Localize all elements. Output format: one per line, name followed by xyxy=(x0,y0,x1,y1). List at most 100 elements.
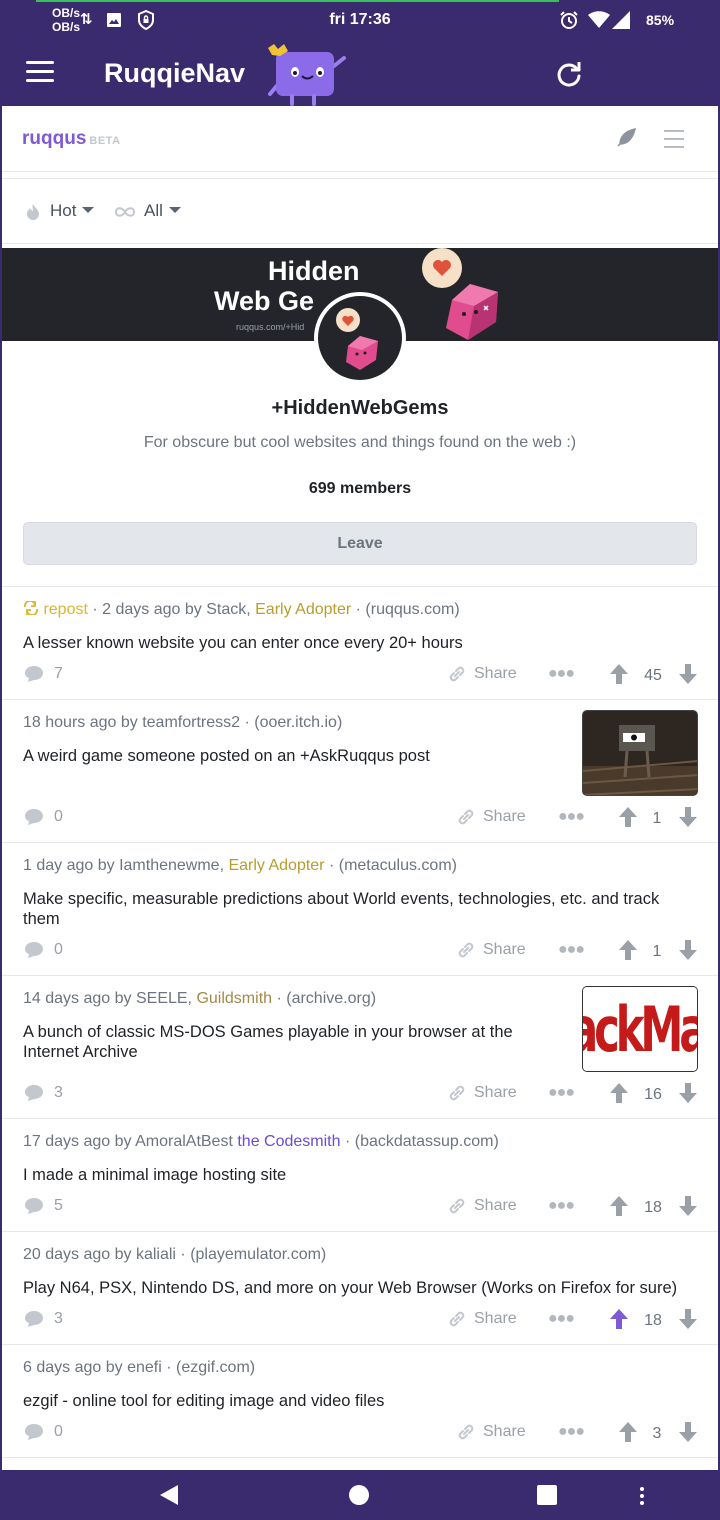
post-item[interactable]: 1 day ago by Iamthenewme, Early Adopter … xyxy=(2,843,718,976)
comments-button[interactable]: 7 xyxy=(24,665,63,683)
post-byline[interactable]: 20 days ago by kaliali xyxy=(23,1246,176,1263)
refresh-button[interactable] xyxy=(554,59,584,89)
more-options-icon[interactable]: ●●● xyxy=(558,1423,585,1441)
share-button[interactable]: Share xyxy=(457,1423,526,1441)
post-title[interactable]: Make specific, measurable predictions ab… xyxy=(23,889,699,929)
back-icon[interactable] xyxy=(158,1484,180,1506)
guild-description: For obscure but cool websites and things… xyxy=(143,434,577,451)
downvote-arrow-icon[interactable] xyxy=(678,663,698,685)
recents-icon[interactable] xyxy=(536,1484,558,1506)
more-options-icon[interactable]: ●●● xyxy=(548,1197,575,1215)
share-button[interactable]: Share xyxy=(448,1310,517,1328)
post-domain[interactable]: · (backdatassup.com) xyxy=(341,1133,499,1150)
post-item[interactable]: repost · 2 days ago by Stack, Early Adop… xyxy=(2,587,718,700)
status-bar: OB/s OB/s ⇅ fri 17:36 85% xyxy=(0,0,720,44)
post-byline[interactable]: 1 day ago by Iamthenewme, xyxy=(23,857,228,874)
post-byline[interactable]: 14 days ago by SEELE, xyxy=(23,990,196,1007)
post-title[interactable]: A weird game someone posted on an +AskRu… xyxy=(23,746,563,766)
banner-title-line1: Hidden xyxy=(268,256,360,286)
upvote-arrow-icon[interactable] xyxy=(609,663,629,685)
downvote-arrow-icon[interactable] xyxy=(678,1308,698,1330)
post-title[interactable]: ezgif - online tool for editing image an… xyxy=(23,1391,699,1411)
post-title[interactable]: I made a minimal image hosting site xyxy=(23,1165,699,1185)
more-vertical-icon[interactable] xyxy=(638,1486,646,1506)
share-button[interactable]: Share xyxy=(457,941,526,959)
post-item[interactable]: 14 days ago by SEELE, Guildsmith · (arch… xyxy=(2,976,718,1119)
share-button[interactable]: Share xyxy=(457,808,526,826)
flame-icon xyxy=(27,203,39,220)
sort-hot-dropdown[interactable]: Hot xyxy=(26,201,95,221)
post-actions: 0 Share ●●● 1 xyxy=(2,806,718,832)
user-flair: Early Adopter xyxy=(255,601,352,618)
post-item[interactable]: 17 days ago by AmoralAtBest the Codesmit… xyxy=(2,1119,718,1232)
upvote-arrow-icon-active[interactable] xyxy=(609,1308,629,1330)
downvote-arrow-icon[interactable] xyxy=(678,806,698,828)
menu-button[interactable] xyxy=(26,61,54,85)
site-menu-button[interactable] xyxy=(664,130,684,154)
more-options-icon[interactable]: ●●● xyxy=(548,665,575,683)
share-button[interactable]: Share xyxy=(448,1197,517,1215)
vote-score: 45 xyxy=(644,667,662,684)
link-icon xyxy=(449,1311,465,1327)
post-item[interactable]: 20 days ago by kaliali · (playemulator.c… xyxy=(2,1232,718,1345)
share-button[interactable]: Share xyxy=(448,1084,517,1102)
more-options-icon[interactable]: ●●● xyxy=(558,808,585,826)
post-title[interactable]: Play N64, PSX, Nintendo DS, and more on … xyxy=(23,1278,699,1298)
comments-button[interactable]: 3 xyxy=(24,1310,63,1328)
upvote-arrow-icon[interactable] xyxy=(618,939,638,961)
comments-button[interactable]: 0 xyxy=(24,808,63,826)
upvote-arrow-icon[interactable] xyxy=(618,806,638,828)
post-domain[interactable]: · (playemulator.com) xyxy=(176,1246,326,1263)
post-domain[interactable]: · (ezgif.com) xyxy=(162,1359,255,1376)
share-button[interactable]: Share xyxy=(448,665,517,683)
comments-button[interactable]: 5 xyxy=(24,1197,63,1215)
sort-bar: Hot All xyxy=(2,178,718,244)
post-item[interactable]: 6 days ago by enefi · (ezgif.com) ezgif … xyxy=(2,1345,718,1458)
comments-button[interactable]: 3 xyxy=(24,1084,63,1102)
downvote-arrow-icon[interactable] xyxy=(678,939,698,961)
more-options-icon[interactable]: ●●● xyxy=(548,1310,575,1328)
post-title[interactable]: A bunch of classic MS-DOS Games playable… xyxy=(23,1022,563,1062)
post-domain[interactable]: · (ooer.itch.io) xyxy=(240,714,342,731)
repost-label[interactable]: repost xyxy=(43,601,87,618)
upvote-arrow-icon[interactable] xyxy=(609,1195,629,1217)
more-options-icon[interactable]: ●●● xyxy=(548,1084,575,1102)
post-thumbnail[interactable]: ackMa xyxy=(582,986,698,1072)
downvote-arrow-icon[interactable] xyxy=(678,1195,698,1217)
post-byline[interactable]: · 2 days ago by Stack, xyxy=(88,601,255,618)
vote-score: 3 xyxy=(652,1425,662,1442)
comment-count: 5 xyxy=(54,1197,63,1214)
feather-icon[interactable] xyxy=(614,126,638,150)
share-label: Share xyxy=(474,665,517,682)
post-item[interactable]: 18 hours ago by teamfortress2 · (ooer.it… xyxy=(2,700,718,843)
post-domain[interactable]: · (metaculus.com) xyxy=(325,857,457,874)
ruqqus-logo[interactable]: ruqqus BETA xyxy=(22,128,121,150)
filter-all-dropdown[interactable]: All xyxy=(114,201,181,221)
post-meta: 14 days ago by SEELE, Guildsmith · (arch… xyxy=(23,990,376,1008)
share-label: Share xyxy=(483,1423,526,1440)
post-byline[interactable]: 17 days ago by AmoralAtBest xyxy=(23,1133,237,1150)
post-title[interactable]: A lesser known website you can enter onc… xyxy=(23,633,699,653)
more-options-icon[interactable]: ●●● xyxy=(558,941,585,959)
share-label: Share xyxy=(474,1310,517,1327)
post-byline[interactable]: 18 hours ago by teamfortress2 xyxy=(23,714,240,731)
comments-button[interactable]: 0 xyxy=(24,1423,63,1441)
post-thumbnail[interactable] xyxy=(582,710,698,796)
thumbnail-text: ackMa xyxy=(583,993,698,1066)
gem-avatar-icon xyxy=(336,308,378,370)
post-byline[interactable]: 6 days ago by enefi xyxy=(23,1359,162,1376)
upvote-arrow-icon[interactable] xyxy=(609,1082,629,1104)
downvote-arrow-icon[interactable] xyxy=(678,1082,698,1104)
home-icon[interactable] xyxy=(348,1484,370,1506)
downvote-arrow-icon[interactable] xyxy=(678,1421,698,1443)
upvote-arrow-icon[interactable] xyxy=(618,1421,638,1443)
system-nav-bar xyxy=(0,1470,720,1520)
post-list: repost · 2 days ago by Stack, Early Adop… xyxy=(2,586,718,1458)
post-actions: 0 Share ●●● 1 xyxy=(2,939,718,965)
comments-button[interactable]: 0 xyxy=(24,941,63,959)
post-domain[interactable]: · (archive.org) xyxy=(272,990,376,1007)
comment-icon xyxy=(25,1085,43,1101)
post-domain[interactable]: · (ruqqus.com) xyxy=(351,601,460,618)
comment-count: 3 xyxy=(54,1310,63,1327)
leave-button[interactable]: Leave xyxy=(23,522,697,565)
